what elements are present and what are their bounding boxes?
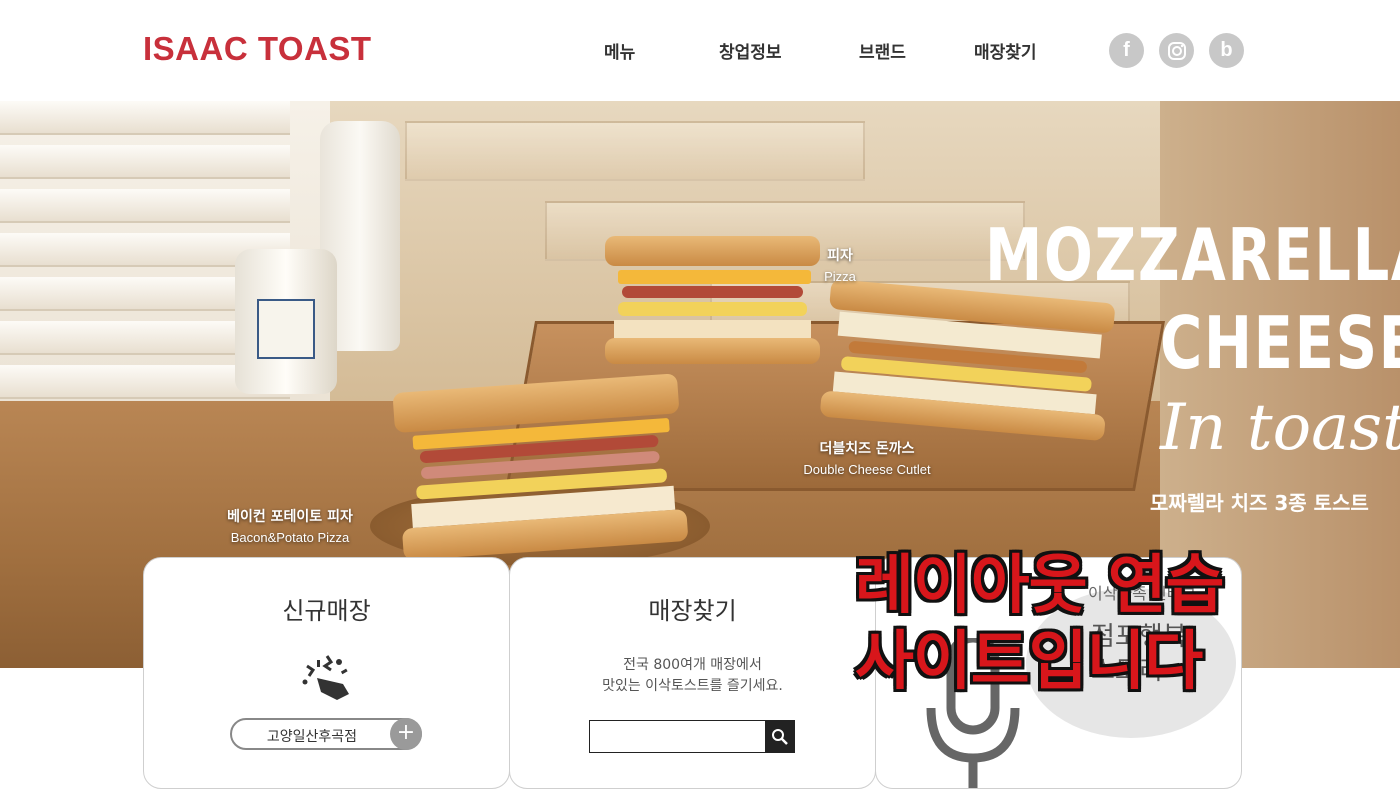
brand-logo[interactable]: ISAAC TOAST [143,30,372,68]
new-store-card: 신규매장 고양일산후곡점 + [143,557,510,789]
caption-pizza: 피자 Pizza [812,245,868,284]
overlay-line2: 사이트입니다 [855,625,1203,699]
practice-overlay: 레이아웃 연습 사이트입니다 [855,548,1275,700]
overlay-line1: 레이아웃 연습 [855,549,1225,623]
instagram-glyph [1167,41,1186,60]
search-icon [772,728,788,745]
hero-headline-script: In toast [1160,391,1400,465]
hero-headline-cheese: CHEESE [1160,301,1400,385]
nav-item-franchise[interactable]: 창업정보 [719,38,782,63]
spice-jar [235,249,337,394]
site-header: ISAAC TOAST 메뉴 창업정보 브랜드 매장찾기 f b [0,0,1400,101]
find-store-desc-line1: 전국 800여개 매장에서 [623,657,762,673]
pizza-toast-image [605,236,820,366]
caption-pizza-ko: 피자 [827,248,853,264]
store-search-input[interactable] [589,720,765,753]
caption-cutlet: 더블치즈 돈까스 Double Cheese Cutlet [800,438,934,477]
hero-subline: 모짜렐라 치즈 3종 토스트 [1150,491,1369,515]
find-store-title: 매장찾기 [648,597,737,625]
caption-cutlet-en: Double Cheese Cutlet [803,462,931,477]
page: ISAAC TOAST 메뉴 창업정보 브랜드 매장찾기 f b 피자 Pizz… [0,0,1400,794]
find-store-desc-line2: 맛있는 이삭토스트를 즐기세요. [602,678,783,694]
facebook-icon[interactable]: f [1109,33,1144,68]
nav-item-brand[interactable]: 브랜드 [859,38,906,63]
caption-bacon-potato: 베이컨 포테이토 피자 Bacon&Potato Pizza [210,506,370,545]
new-store-title: 신규매장 [282,597,371,625]
search-button[interactable] [765,720,795,753]
find-store-card: 매장찾기 전국 800여개 매장에서 맛있는 이삭토스트를 즐기세요. [509,557,876,789]
instagram-icon[interactable] [1159,33,1194,68]
new-store-name: 고양일산후곡점 [266,729,358,745]
blog-icon[interactable]: b [1209,33,1244,68]
nav-item-menu[interactable]: 메뉴 [604,38,635,63]
bacon-potato-pizza-image [392,373,689,562]
caption-bacon-potato-en: Bacon&Potato Pizza [230,530,350,545]
double-cheese-cutlet-image [819,278,1116,443]
find-store-desc: 전국 800여개 매장에서 맛있는 이삭토스트를 즐기세요. [510,655,875,697]
hero-headline-mozzarella: MOZZARELLA [985,213,1400,297]
nav-item-store-finder[interactable]: 매장찾기 [974,38,1037,63]
party-popper-icon [302,655,349,700]
caption-cutlet-ko: 더블치즈 돈까스 [819,441,915,457]
store-search [589,720,795,753]
caption-pizza-en: Pizza [824,269,856,284]
caption-bacon-potato-ko: 베이컨 포테이토 피자 [227,509,353,525]
new-store-pill[interactable]: 고양일산후곡점 + [230,718,422,750]
plus-icon[interactable]: + [390,718,422,750]
